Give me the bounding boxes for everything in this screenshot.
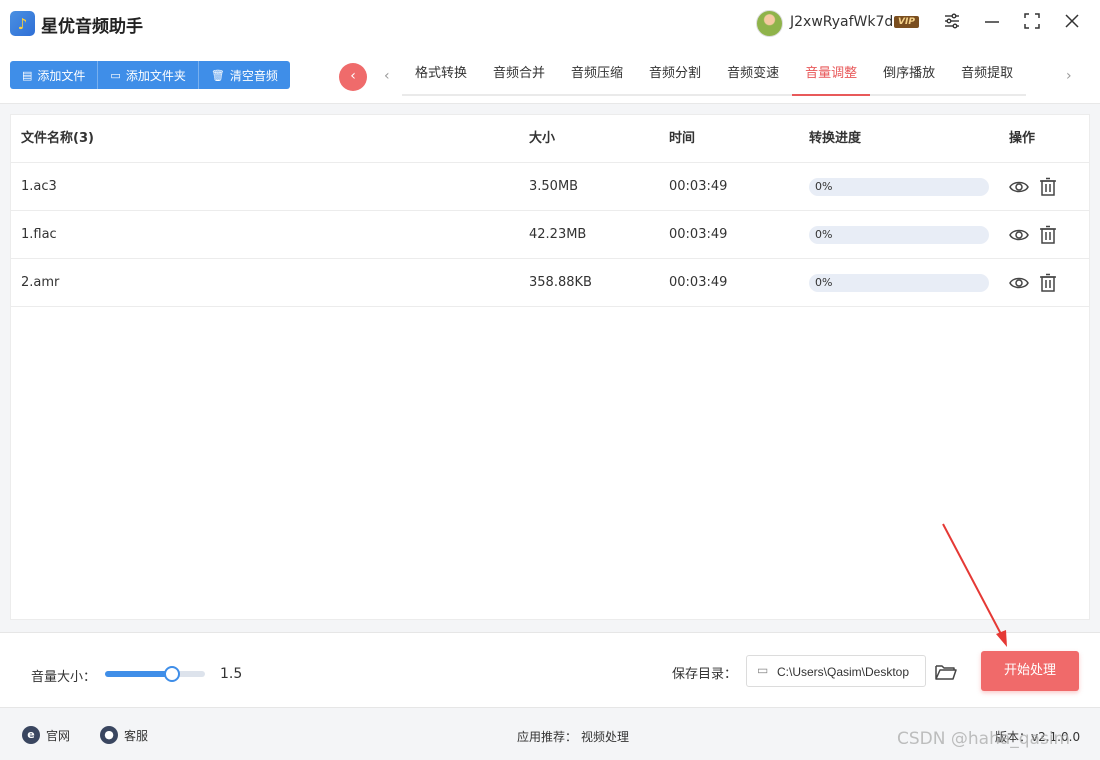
tabs-prev-icon[interactable]: ‹ [384, 68, 390, 84]
eye-icon[interactable] [1008, 224, 1030, 246]
username[interactable]: J2xwRyafWk7d [790, 14, 893, 30]
save-dir-field[interactable]: ▭ [746, 655, 926, 687]
file-icon: ▤ [22, 68, 33, 82]
app-title: 星优音频助手 [41, 17, 143, 37]
chevron-left-icon: ‹ [350, 68, 356, 84]
minimize-icon[interactable] [981, 12, 1003, 34]
clear-audio-button[interactable]: 🗑 清空音频 [198, 61, 290, 89]
add-folder-button[interactable]: ▭ 添加文件夹 [98, 61, 199, 89]
tab-5[interactable]: 音量调整 [792, 50, 871, 96]
tab-1[interactable]: 音频合并 [480, 50, 558, 94]
volume-value: 1.5 [220, 666, 243, 682]
folder-icon: ▭ [757, 663, 769, 677]
file-duration: 00:03:49 [669, 275, 728, 290]
file-duration: 00:03:49 [669, 227, 728, 242]
website-label: 官网 [46, 728, 71, 743]
eye-icon[interactable] [1008, 272, 1030, 294]
progress-text: 0% [815, 180, 833, 193]
table-row[interactable]: 1.flac 42.23MB 00:03:49 0% [11, 211, 1089, 259]
progress-text: 0% [815, 228, 833, 241]
tabs-next-icon[interactable]: › [1066, 68, 1072, 84]
tab-0[interactable]: 格式转换 [402, 50, 480, 94]
tab-3[interactable]: 音频分割 [636, 50, 714, 94]
tab-2[interactable]: 音频压缩 [558, 50, 636, 94]
watermark: CSDN @haha_qasim [897, 729, 1071, 749]
tab-4[interactable]: 音频变速 [714, 50, 792, 94]
file-size: 3.50MB [529, 179, 579, 194]
open-folder-icon[interactable] [934, 661, 958, 683]
header-time: 时间 [669, 131, 696, 146]
progress-bar: 0% [809, 274, 989, 292]
toolbar: ▤ 添加文件 ▭ 添加文件夹 🗑 清空音频 ‹ ‹ 格式转换 音频合并 音频压缩 音频… [0, 50, 1100, 104]
header-size: 大小 [529, 131, 556, 146]
table-header: 文件名称(3) 大小 时间 转换进度 操作 [11, 115, 1089, 163]
progress-bar: 0% [809, 226, 989, 244]
recommend-label: 应用推荐： [517, 730, 578, 744]
vip-badge: VIP [894, 16, 919, 28]
settings-icon[interactable] [941, 12, 963, 34]
file-duration: 00:03:49 [669, 179, 728, 194]
volume-label: 音量大小： [31, 670, 97, 685]
file-name: 1.ac3 [21, 179, 57, 194]
header-name: 文件名称(3) [21, 131, 94, 146]
table-row[interactable]: 2.amr 358.88KB 00:03:49 0% [11, 259, 1089, 307]
file-button-group: ▤ 添加文件 ▭ 添加文件夹 🗑 清空音频 [10, 61, 290, 89]
add-folder-label: 添加文件夹 [125, 68, 186, 83]
avatar[interactable] [756, 10, 783, 37]
ie-icon: e [22, 726, 40, 744]
maximize-icon[interactable] [1021, 12, 1043, 34]
tab-6[interactable]: 倒序播放 [870, 50, 948, 94]
volume-slider-fill [105, 671, 172, 677]
website-link[interactable]: e 官网 [22, 726, 70, 744]
control-bar: 音量大小： 1.5 保存目录： ▭ 开始处理 [0, 632, 1100, 708]
tab-7[interactable]: 音频提取 [948, 50, 1026, 94]
progress-bar: 0% [809, 178, 989, 196]
start-processing-button[interactable]: 开始处理 [981, 651, 1079, 691]
table-row[interactable]: 1.ac3 3.50MB 00:03:49 0% [11, 163, 1089, 211]
trash-icon[interactable] [1037, 176, 1059, 198]
file-name: 1.flac [21, 227, 57, 242]
header-ops: 操作 [1009, 131, 1036, 146]
add-file-label: 添加文件 [37, 68, 86, 83]
header-progress: 转换进度 [809, 131, 862, 146]
save-dir-label: 保存目录： [672, 667, 738, 682]
eye-icon[interactable] [1008, 176, 1030, 198]
chat-icon: ● [100, 726, 118, 744]
trash-icon[interactable] [1037, 224, 1059, 246]
trash-icon: 🗑 [210, 68, 225, 82]
trash-icon[interactable] [1037, 272, 1059, 294]
support-link[interactable]: ● 客服 [100, 726, 148, 744]
file-size: 42.23MB [529, 227, 587, 242]
file-size: 358.88KB [529, 275, 592, 290]
add-file-button[interactable]: ▤ 添加文件 [10, 61, 99, 89]
folder-icon: ▭ [110, 68, 121, 82]
file-table: 文件名称(3) 大小 时间 转换进度 操作 1.ac3 3.50MB 00:03:4… [10, 114, 1090, 620]
support-label: 客服 [124, 728, 149, 743]
volume-slider[interactable] [105, 666, 205, 682]
file-name: 2.amr [21, 275, 60, 290]
back-button[interactable]: ‹ [339, 63, 367, 91]
clear-audio-label: 清空音频 [229, 68, 278, 83]
music-note-icon: ♪ [10, 11, 35, 36]
close-icon[interactable] [1061, 12, 1083, 34]
title-bar: ♪ 星优音频助手 J2xwRyafWk7d VIP [0, 0, 1100, 50]
recommend-link[interactable]: 视频处理 [581, 728, 629, 745]
feature-tabs: 格式转换 音频合并 音频压缩 音频分割 音频变速 音量调整 倒序播放 音频提取 [402, 50, 1027, 96]
progress-text: 0% [815, 276, 833, 289]
save-dir-input[interactable] [777, 662, 921, 682]
volume-slider-thumb[interactable] [164, 666, 180, 682]
